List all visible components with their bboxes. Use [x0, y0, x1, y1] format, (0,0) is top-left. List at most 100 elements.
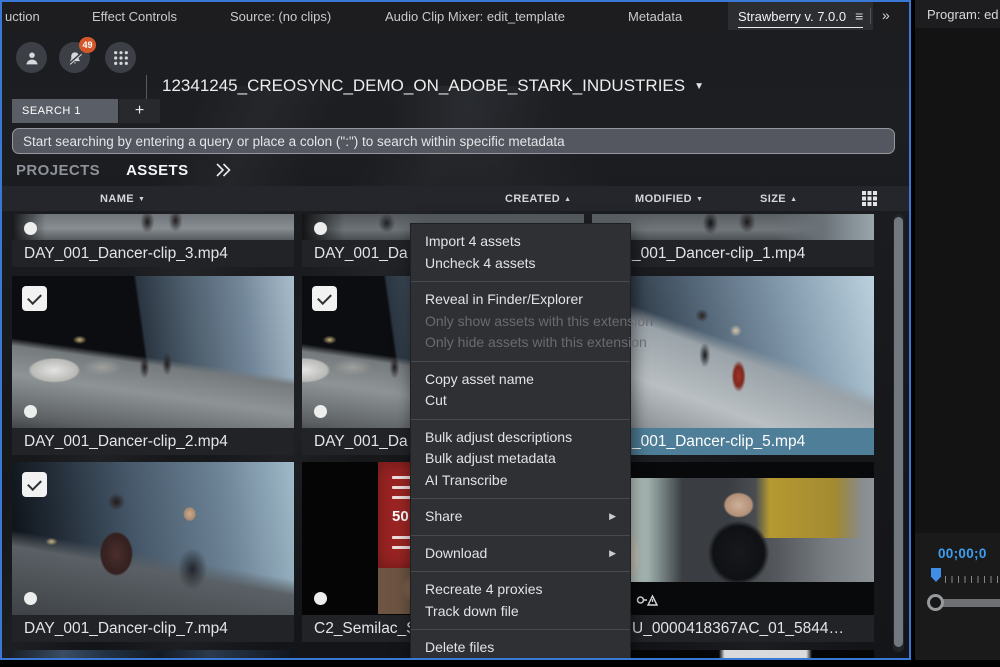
vertical-scrollbar[interactable]	[893, 214, 904, 652]
sort-asc-icon: ▲	[790, 196, 797, 203]
menu-group: Import 4 assets Uncheck 4 assets	[411, 224, 630, 282]
asset-tile[interactable]: _001_Dancer-clip_1.mp4	[592, 214, 874, 267]
menu-item-download[interactable]: Download ▶	[411, 543, 630, 565]
menu-item-import-assets[interactable]: Import 4 assets	[411, 231, 630, 253]
asset-checkbox-checked[interactable]	[22, 472, 47, 497]
asset-thumbnail-partial[interactable]	[592, 650, 874, 658]
tab-production[interactable]: uction	[5, 9, 40, 24]
menu-item-bulk-adjust-metadata[interactable]: Bulk adjust metadata	[411, 448, 630, 470]
double-chevron-right-icon[interactable]	[214, 162, 233, 178]
asset-thumbnail[interactable]	[592, 214, 874, 240]
column-size-label: SIZE	[760, 193, 786, 205]
menu-item-uncheck-assets[interactable]: Uncheck 4 assets	[411, 253, 630, 275]
column-size[interactable]: SIZE ▲	[760, 193, 797, 205]
plus-icon: +	[135, 102, 144, 120]
header-divider	[146, 75, 147, 99]
submenu-arrow-icon: ▶	[609, 506, 616, 528]
menu-item-track-down-file[interactable]: Track down file	[411, 601, 630, 623]
scrollbar-thumb[interactable]	[894, 217, 903, 647]
app-header: 49 12341245_CREOSYNC_DEMO_ON_ADOBE_STARK…	[2, 30, 909, 86]
view-tabs: PROJECTS ASSETS	[16, 159, 233, 181]
scrubber-knob[interactable]	[927, 594, 944, 611]
tab-strawberry-label: Strawberry v. 7.0.0	[738, 9, 846, 24]
asset-tile[interactable]: U_0000418367AC_01_5844…	[592, 462, 874, 642]
timeline-ruler[interactable]	[945, 576, 1000, 583]
menu-item-ai-transcribe[interactable]: AI Transcribe	[411, 470, 630, 492]
tab-search-1[interactable]: SEARCH 1	[12, 99, 118, 123]
grid-dots-icon	[113, 50, 129, 66]
production-title: 12341245_CREOSYNC_DEMO_ON_ADOBE_STARK_IN…	[162, 76, 685, 96]
tab-program[interactable]: Program: ed	[927, 7, 999, 22]
search-tab-label: SEARCH 1	[22, 105, 81, 117]
tab-effect-controls[interactable]: Effect Controls	[92, 9, 177, 24]
asset-thumbnail[interactable]	[12, 214, 294, 240]
bell-muted-icon	[66, 49, 84, 67]
menu-item-recreate-proxies[interactable]: Recreate 4 proxies	[411, 579, 630, 601]
menu-item-delete-files[interactable]: Delete files	[411, 637, 630, 658]
menu-item-only-show-extension: Only show assets with this extension	[411, 311, 630, 333]
asset-tile[interactable]: DAY_001_Dancer-clip_3.mp4	[12, 214, 294, 267]
tab-audio-clip-mixer[interactable]: Audio Clip Mixer: edit_template	[385, 9, 565, 24]
panel-menu-icon[interactable]: ≡	[855, 8, 863, 24]
tab-projects[interactable]: PROJECTS	[16, 162, 100, 179]
column-name-label: NAME	[100, 193, 134, 205]
status-dot	[314, 592, 327, 605]
strawberry-panel-inner: uction Effect Controls Source: (no clips…	[2, 2, 909, 658]
status-dot	[314, 222, 327, 235]
tab-source[interactable]: Source: (no clips)	[230, 9, 331, 24]
column-modified[interactable]: MODIFIED ▼	[635, 193, 703, 205]
asset-thumbnail-partial[interactable]	[12, 650, 294, 658]
menu-group: Download ▶	[411, 536, 630, 573]
tab-overflow-icon[interactable]: »	[882, 7, 888, 23]
tab-metadata[interactable]: Metadata	[628, 9, 682, 24]
menu-item-bulk-adjust-descriptions[interactable]: Bulk adjust descriptions	[411, 427, 630, 449]
column-name[interactable]: NAME ▼	[100, 193, 145, 205]
asset-name: DAY_001_Dancer-clip_2.mp4	[12, 428, 294, 455]
menu-item-reveal-in-finder[interactable]: Reveal in Finder/Explorer	[411, 289, 630, 311]
asset-name: _001_Dancer-clip_1.mp4	[592, 240, 874, 267]
menu-group: Delete files	[411, 630, 630, 658]
production-selector[interactable]: 12341245_CREOSYNC_DEMO_ON_ADOBE_STARK_IN…	[162, 76, 704, 96]
grid-view-icon[interactable]	[862, 191, 877, 206]
sort-asc-icon: ▲	[564, 196, 571, 203]
asset-name: DAY_001_Dancer-clip_7.mp4	[12, 615, 294, 642]
user-avatar-button[interactable]	[16, 42, 47, 73]
asset-tile[interactable]: DAY_001_Dancer-clip_7.mp4	[12, 462, 294, 642]
context-menu: Import 4 assets Uncheck 4 assets Reveal …	[410, 223, 631, 658]
menu-item-only-hide-extension: Only hide assets with this extension	[411, 332, 630, 354]
program-viewer[interactable]	[915, 28, 1000, 533]
user-icon	[23, 49, 41, 67]
program-tabbar: Program: ed	[915, 0, 1000, 28]
asset-name: DAY_001_Dancer-clip_3.mp4	[12, 240, 294, 267]
asset-thumbnail[interactable]	[12, 276, 294, 428]
playhead-icon[interactable]	[931, 568, 941, 582]
menu-item-share[interactable]: Share ▶	[411, 506, 630, 528]
asset-name: U_0000418367AC_01_5844…	[592, 615, 874, 642]
asset-tile[interactable]: DAY_001_Dancer-clip_2.mp4	[12, 276, 294, 455]
asset-checkbox-checked[interactable]	[312, 286, 337, 311]
menu-group: Bulk adjust descriptions Bulk adjust met…	[411, 420, 630, 500]
apps-grid-button[interactable]	[105, 42, 136, 73]
column-header: NAME ▼ CREATED ▲ MODIFIED ▼ SIZE ▲	[2, 186, 909, 211]
status-dot	[314, 405, 327, 418]
strawberry-panel: uction Effect Controls Source: (no clips…	[0, 0, 911, 660]
tab-strawberry[interactable]: Strawberry v. 7.0.0 ≡	[728, 2, 873, 30]
asset-thumbnail[interactable]	[12, 462, 294, 615]
column-created[interactable]: CREATED ▲	[505, 193, 572, 205]
menu-item-copy-asset-name[interactable]: Copy asset name	[411, 369, 630, 391]
menu-group: Recreate 4 proxies Track down file	[411, 572, 630, 630]
add-search-tab-button[interactable]: +	[119, 99, 160, 123]
tab-assets[interactable]: ASSETS	[126, 162, 188, 179]
program-monitor-panel: Program: ed 00;00;0	[915, 0, 1000, 660]
search-input[interactable]	[12, 128, 895, 154]
sort-desc-icon: ▼	[696, 196, 703, 203]
panel-tabbar: uction Effect Controls Source: (no clips…	[2, 2, 909, 30]
asset-tile-selected[interactable]: _001_Dancer-clip_5.mp4	[592, 276, 874, 455]
chevron-down-icon: ▼	[694, 81, 704, 92]
menu-item-cut[interactable]: Cut	[411, 390, 630, 412]
status-dot	[24, 222, 37, 235]
poster-text: 50	[392, 508, 409, 525]
notifications-button[interactable]: 49	[59, 42, 90, 73]
asset-thumbnail[interactable]	[592, 462, 874, 615]
asset-checkbox-checked[interactable]	[22, 286, 47, 311]
